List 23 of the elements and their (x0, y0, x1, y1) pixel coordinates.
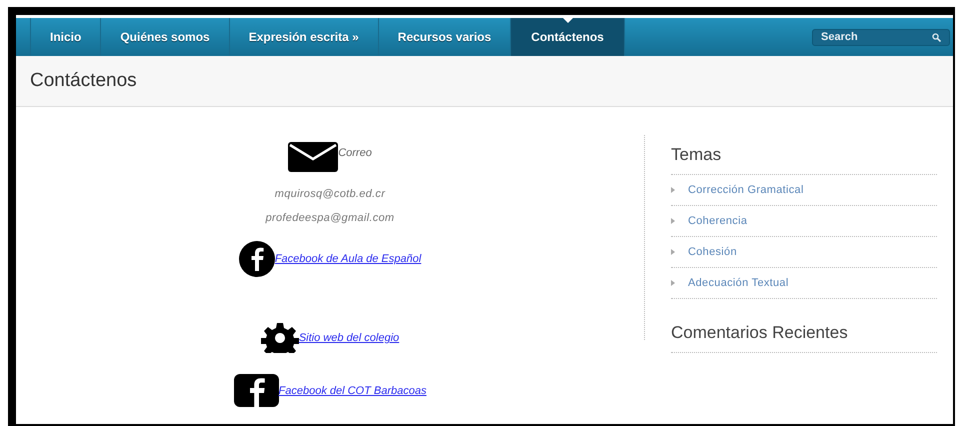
topic-link[interactable]: Coherencia (688, 215, 748, 227)
widget-heading: Comentarios Recientes (671, 313, 937, 353)
search-icon (932, 32, 941, 42)
facebook-icon (234, 374, 279, 407)
contact-link[interactable]: Facebook de Aula de Español (274, 253, 422, 265)
envelope-icon (288, 142, 338, 172)
nav-item[interactable]: Contáctenos (510, 18, 624, 56)
page-title: Contáctenos (30, 70, 137, 92)
contact-label: Correo (338, 147, 372, 159)
facebook-icon (238, 241, 275, 277)
email-address: mquirosq@cotb.ed.cr (274, 188, 386, 200)
bullet-icon (671, 280, 675, 286)
bullet-icon (671, 187, 675, 193)
email-address: profedeespa@gmail.com (266, 212, 394, 224)
topic-link[interactable]: Adecuación Textual (688, 277, 789, 289)
contact-link[interactable]: Sitio web del colegio (298, 332, 400, 344)
bullet-icon (671, 218, 675, 224)
topic-link[interactable]: Cohesión (688, 246, 737, 258)
topic-link[interactable]: Corrección Gramatical (688, 184, 804, 196)
search-field[interactable]: Search (812, 28, 950, 46)
widget-heading: Temas (671, 135, 937, 175)
bullet-icon (671, 249, 675, 255)
gear-icon (260, 323, 299, 353)
